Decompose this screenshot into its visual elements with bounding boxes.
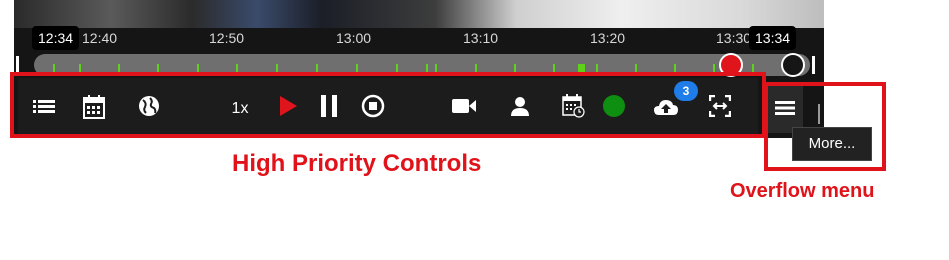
activity-tick	[79, 64, 81, 72]
more-tooltip: More...	[792, 127, 872, 161]
high-priority-label: High Priority Controls	[232, 150, 482, 177]
activity-tick	[426, 64, 428, 72]
end-time: 13:34	[749, 26, 797, 50]
activity-tick	[475, 64, 477, 72]
activity-tick	[752, 64, 754, 72]
activity-tick	[316, 64, 318, 72]
tick-label: 13:00	[336, 30, 372, 46]
live-marker[interactable]	[781, 53, 805, 77]
activity-tick	[596, 64, 598, 72]
activity-tick	[157, 64, 159, 72]
activity-tick	[396, 64, 398, 72]
current-time: 12:34	[32, 26, 80, 50]
activity-tick	[713, 64, 715, 72]
video-preview	[14, 0, 824, 28]
timeline-end-cap[interactable]	[812, 56, 815, 74]
tick-label: 13:30	[716, 30, 752, 46]
activity-tick	[553, 64, 555, 72]
activity-tick	[674, 64, 676, 72]
activity-tick	[578, 64, 585, 72]
activity-tick	[514, 64, 516, 72]
tick-label: 12:50	[209, 30, 245, 46]
activity-tick	[53, 64, 55, 72]
tick-label: 13:10	[463, 30, 499, 46]
tick-label: 13:20	[590, 30, 626, 46]
high-priority-highlight	[10, 72, 766, 138]
activity-tick	[435, 64, 437, 72]
activity-tick	[236, 64, 238, 72]
activity-tick	[197, 64, 199, 72]
activity-tick	[118, 64, 120, 72]
activity-tick	[635, 64, 637, 72]
overflow-menu-label: Overflow menu	[730, 180, 875, 202]
activity-tick	[276, 64, 278, 72]
tick-label: 12:40	[82, 30, 118, 46]
activity-tick	[356, 64, 358, 72]
